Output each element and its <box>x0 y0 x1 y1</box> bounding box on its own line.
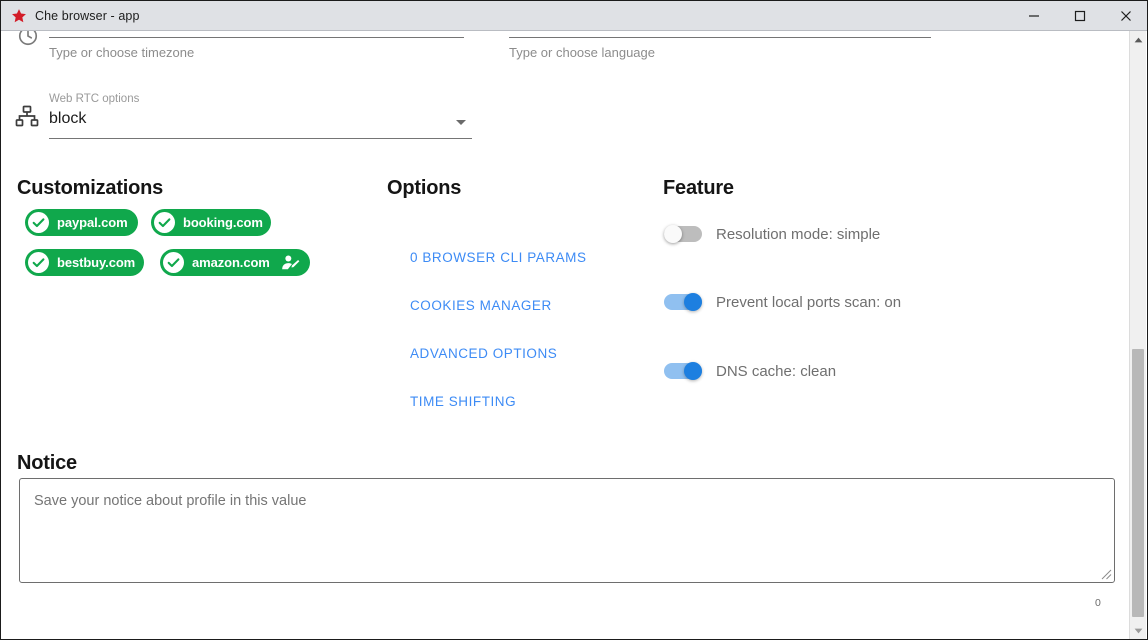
toggle-prevent-local-ports-scan[interactable] <box>664 293 702 311</box>
chip-label: bestbuy.com <box>57 255 136 270</box>
scrollbar-thumb[interactable] <box>1132 349 1144 617</box>
check-circle-icon <box>163 252 184 273</box>
app-window: Che browser - app Type or choose timezon… <box>0 0 1148 640</box>
language-underline <box>509 37 931 38</box>
notice-textarea[interactable]: Save your notice about profile in this v… <box>19 478 1115 583</box>
edit-profile-icon[interactable] <box>280 253 300 273</box>
option-link-time-shifting[interactable]: TIME SHIFTING <box>410 394 516 409</box>
feature-label: Resolution mode: simple <box>716 225 881 243</box>
star-icon <box>10 7 27 24</box>
webrtc-label: Web RTC options <box>49 93 140 105</box>
minimize-button[interactable] <box>1011 1 1057 31</box>
feature-row-resolution-mode: Resolution mode: simple <box>664 225 880 243</box>
vertical-scrollbar[interactable] <box>1129 31 1146 639</box>
window-title: Che browser - app <box>35 8 140 23</box>
chip-bestbuy[interactable]: bestbuy.com <box>25 249 144 276</box>
webrtc-underline <box>49 138 472 139</box>
timezone-hint: Type or choose timezone <box>49 45 195 60</box>
customizations-title: Customizations <box>17 177 164 199</box>
option-link-browser-cli-params[interactable]: 0 BROWSER CLI PARAMS <box>410 250 587 265</box>
toggle-dns-cache[interactable] <box>664 362 702 380</box>
check-circle-icon <box>28 212 49 233</box>
language-field[interactable]: Type or choose language <box>509 31 931 71</box>
scroll-up-icon[interactable] <box>1130 31 1146 48</box>
toggle-knob <box>684 362 702 380</box>
profile-form-strip: Type or choose timezone Type or choose l… <box>1 31 1131 171</box>
title-bar: Che browser - app <box>1 1 1147 31</box>
chip-amazon[interactable]: amazon.com <box>160 249 310 276</box>
chip-label: amazon.com <box>192 255 270 270</box>
feature-label: DNS cache: clean <box>716 362 837 380</box>
toggle-resolution-mode[interactable] <box>664 225 702 243</box>
scroll-down-icon[interactable] <box>1130 622 1146 639</box>
resize-grip-icon[interactable] <box>1099 567 1112 580</box>
webrtc-value: block <box>49 110 87 127</box>
content-area: Type or choose timezone Type or choose l… <box>1 31 1131 639</box>
language-hint: Type or choose language <box>509 45 655 60</box>
dropdown-arrow-icon[interactable] <box>456 120 466 125</box>
chip-paypal[interactable]: paypal.com <box>25 209 138 236</box>
option-link-cookies-manager[interactable]: COOKIES MANAGER <box>410 298 552 313</box>
chip-booking[interactable]: booking.com <box>151 209 271 236</box>
check-circle-icon <box>28 252 49 273</box>
clock-icon <box>17 31 39 52</box>
maximize-button[interactable] <box>1057 1 1103 31</box>
chip-label: paypal.com <box>57 215 128 230</box>
option-link-advanced-options[interactable]: ADVANCED OPTIONS <box>410 346 557 361</box>
notice-placeholder: Save your notice about profile in this v… <box>34 493 307 509</box>
timezone-field[interactable]: Type or choose timezone <box>49 31 464 71</box>
webrtc-options-select[interactable]: Web RTC options block <box>49 93 472 141</box>
feature-row-prevent-local-ports-scan: Prevent local ports scan: on <box>664 293 901 311</box>
notice-title: Notice <box>17 452 77 474</box>
close-button[interactable] <box>1103 1 1147 31</box>
timezone-underline <box>49 37 464 38</box>
feature-label: Prevent local ports scan: on <box>716 293 902 311</box>
toggle-knob <box>684 293 702 311</box>
options-title: Options <box>387 177 462 199</box>
feature-title: Feature <box>663 177 734 199</box>
device-hub-icon <box>15 104 39 133</box>
check-circle-icon <box>154 212 175 233</box>
notice-char-counter: 0 <box>1095 597 1101 609</box>
feature-row-dns-cache: DNS cache: clean <box>664 362 836 380</box>
chip-label: booking.com <box>183 215 263 230</box>
window-controls <box>1011 1 1147 31</box>
toggle-knob <box>664 225 682 243</box>
